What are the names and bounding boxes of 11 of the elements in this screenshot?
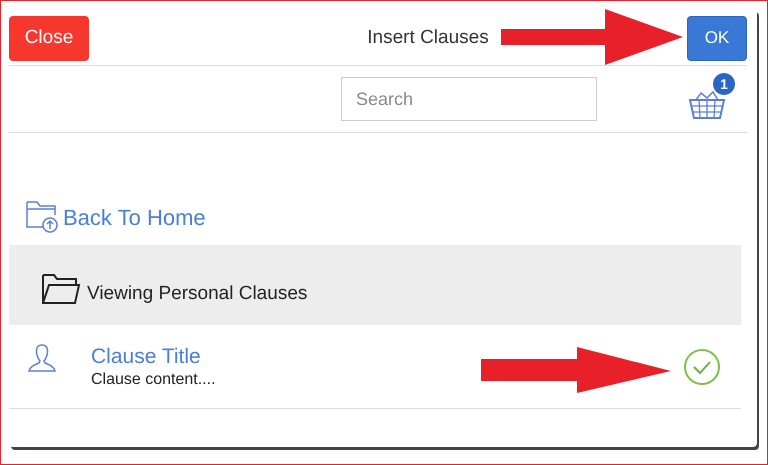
person-icon (27, 343, 57, 373)
clause-content: Clause content.... (91, 370, 217, 388)
close-button[interactable]: Close (9, 16, 89, 60)
back-to-home-link[interactable]: Back To Home (63, 205, 206, 233)
count-badge: 1 (713, 73, 735, 95)
folder-label: Viewing Personal Clauses (87, 283, 308, 305)
ok-button[interactable]: OK (686, 16, 747, 60)
search-field[interactable]: Search (341, 77, 597, 121)
clause-title: Clause Title (91, 344, 202, 368)
folder-icon (41, 271, 81, 305)
dialog-title: Insert Clauses (367, 27, 489, 49)
